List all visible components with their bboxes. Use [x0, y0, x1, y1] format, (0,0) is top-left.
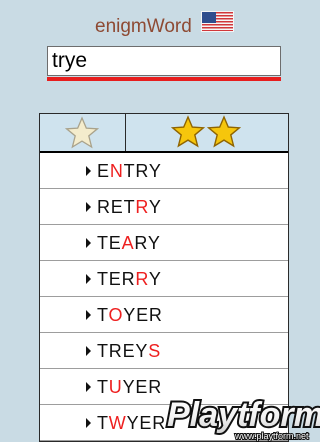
tab-two-star[interactable]: [126, 114, 288, 151]
search-input[interactable]: [48, 47, 280, 75]
result-row[interactable]: RETRY: [40, 189, 288, 225]
flag-canton: [202, 12, 216, 23]
expand-arrow-icon: [86, 202, 91, 212]
app-title: enigmWord: [95, 16, 192, 37]
expand-arrow-icon: [86, 346, 91, 356]
search-box[interactable]: [47, 46, 281, 76]
result-word: TWYER: [97, 413, 167, 433]
expand-arrow-icon: [86, 310, 91, 320]
result-row[interactable]: ENTRY: [40, 153, 288, 189]
tab-one-star[interactable]: [40, 114, 126, 151]
results-panel: ENTRY RETRY TEARY TERRY TOYER TREYS TUYE…: [39, 113, 289, 442]
app-screen: enigmWord trye ENTRY RETRY TEARY TERRY T…: [0, 0, 320, 442]
expand-arrow-icon: [86, 418, 91, 428]
title-row: enigmWord: [0, 9, 320, 41]
result-row[interactable]: TEARY: [40, 225, 288, 261]
star-icon: [65, 116, 99, 149]
result-word: TEARY: [97, 233, 161, 253]
result-row[interactable]: TWYER: [40, 405, 288, 441]
expand-arrow-icon: [86, 382, 91, 392]
expand-arrow-icon: [86, 166, 91, 176]
results-list: ENTRY RETRY TEARY TERRY TOYER TREYS TUYE…: [40, 153, 288, 441]
star-tabs: [40, 114, 288, 153]
result-word: RETRY: [97, 197, 162, 217]
result-word: TREYS: [97, 341, 162, 361]
result-word: TUYER: [97, 377, 163, 397]
expand-arrow-icon: [86, 238, 91, 248]
expand-arrow-icon: [86, 274, 91, 284]
result-row[interactable]: TUYER: [40, 369, 288, 405]
us-flag-icon[interactable]: [201, 11, 234, 32]
result-row[interactable]: TERRY: [40, 261, 288, 297]
result-row[interactable]: TOYER: [40, 297, 288, 333]
result-word: ENTRY: [97, 161, 162, 181]
search-underline: [47, 77, 281, 81]
result-word: TERRY: [97, 269, 162, 289]
star-icon: [171, 115, 205, 148]
result-row[interactable]: TREYS: [40, 333, 288, 369]
result-word: TOYER: [97, 305, 163, 325]
star-icon: [207, 115, 241, 148]
